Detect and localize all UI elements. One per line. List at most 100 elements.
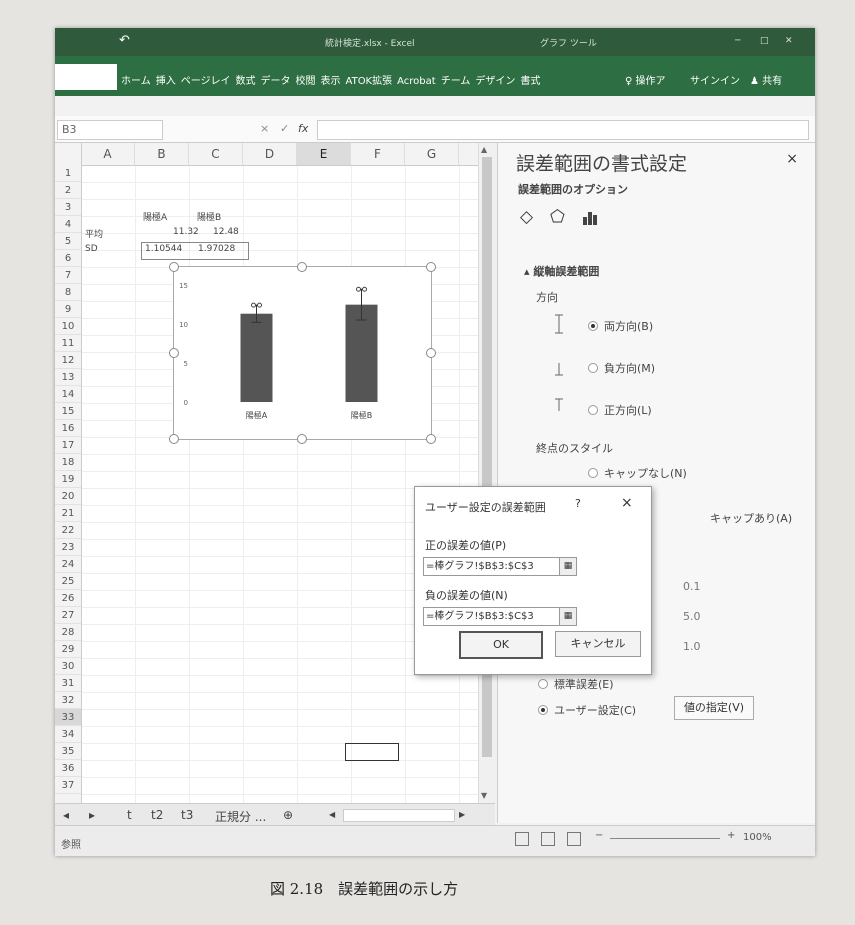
ribbon-tab-2[interactable]: ページレイ bbox=[181, 76, 231, 87]
share-button[interactable]: ♟ 共有 bbox=[750, 72, 782, 87]
fx-icon[interactable]: fx bbox=[298, 122, 308, 135]
radio-std-error[interactable] bbox=[538, 679, 548, 689]
cell-b3[interactable]: 1.10544 bbox=[145, 244, 182, 254]
add-sheet-icon[interactable]: ⊕ bbox=[283, 808, 293, 822]
vertical-scrollbar[interactable]: ▲ ▼ bbox=[478, 143, 496, 803]
row-header-27[interactable]: 27 bbox=[55, 607, 81, 624]
maximize-icon[interactable]: □ bbox=[760, 36, 769, 46]
negative-range-picker-icon[interactable]: ▦ bbox=[559, 607, 577, 626]
dialog-close-icon[interactable]: × bbox=[621, 495, 633, 511]
ribbon-tab-5[interactable]: 校閲 bbox=[296, 76, 316, 87]
row-header-34[interactable]: 34 bbox=[55, 726, 81, 743]
row-header-11[interactable]: 11 bbox=[55, 335, 81, 352]
row-header-33[interactable]: 33 bbox=[55, 709, 81, 726]
cell-a3[interactable]: SD bbox=[85, 244, 98, 254]
row-header-23[interactable]: 23 bbox=[55, 539, 81, 556]
sheet-tab-t2[interactable]: t2 bbox=[151, 808, 163, 822]
cell-c2[interactable]: 12.48 bbox=[213, 227, 239, 237]
row-header-5[interactable]: 5 bbox=[55, 233, 81, 250]
row-header-18[interactable]: 18 bbox=[55, 454, 81, 471]
undo-icon[interactable]: ↶ bbox=[119, 33, 130, 48]
select-all-corner[interactable] bbox=[55, 143, 82, 165]
pane-options-dropdown[interactable]: 誤差範囲のオプション bbox=[518, 181, 628, 197]
row-header-12[interactable]: 12 bbox=[55, 352, 81, 369]
minimize-icon[interactable]: ─ bbox=[735, 36, 740, 46]
ribbon-tab-8[interactable]: Acrobat bbox=[397, 76, 436, 87]
row-header-30[interactable]: 30 bbox=[55, 658, 81, 675]
pane-close-icon[interactable]: × bbox=[786, 151, 798, 167]
normal-view-icon[interactable] bbox=[515, 832, 529, 846]
row-header-21[interactable]: 21 bbox=[55, 505, 81, 522]
percentage-value[interactable]: 5.0 bbox=[683, 610, 701, 623]
chart-handle-bl[interactable] bbox=[169, 434, 179, 444]
row-header-36[interactable]: 36 bbox=[55, 760, 81, 777]
dialog-help-icon[interactable]: ? bbox=[575, 497, 581, 510]
row-header-1[interactable]: 1 bbox=[55, 165, 81, 182]
signin-link[interactable]: サインイン bbox=[690, 72, 740, 87]
cell-b1[interactable]: 陽極A bbox=[143, 210, 167, 223]
col-header-a[interactable]: A bbox=[81, 143, 135, 165]
ribbon-tab-9[interactable]: チーム bbox=[441, 76, 471, 87]
ok-button[interactable]: OK bbox=[459, 631, 543, 659]
zoom-in-icon[interactable]: + bbox=[727, 830, 735, 841]
chart-handle-tc[interactable] bbox=[297, 262, 307, 272]
ribbon-tab-6[interactable]: 表示 bbox=[321, 76, 341, 87]
col-header-b[interactable]: B bbox=[135, 143, 189, 165]
radio-minus[interactable] bbox=[588, 363, 598, 373]
row-header-22[interactable]: 22 bbox=[55, 522, 81, 539]
col-header-f[interactable]: F bbox=[351, 143, 405, 165]
row-header-37[interactable]: 37 bbox=[55, 777, 81, 794]
ribbon-tab-10[interactable]: デザイン bbox=[475, 76, 515, 87]
cancel-button[interactable]: キャンセル bbox=[555, 631, 641, 657]
row-header-14[interactable]: 14 bbox=[55, 386, 81, 403]
positive-error-input[interactable]: =棒グラフ!$B$3:$C$3 bbox=[423, 557, 562, 576]
fill-line-icon[interactable]: ◇ bbox=[520, 207, 533, 227]
chart-handle-tr[interactable] bbox=[426, 262, 436, 272]
chart-handle-tl[interactable] bbox=[169, 262, 179, 272]
effects-icon[interactable]: ⬠ bbox=[550, 207, 565, 227]
worksheet[interactable]: ABCDEFG 1 2 3 4 5 6 7 8 9 10 11 12 13 14 15 16 17 18 19 20 2… bbox=[55, 143, 480, 803]
radio-both[interactable] bbox=[588, 321, 598, 331]
positive-range-picker-icon[interactable]: ▦ bbox=[559, 557, 577, 576]
cell-c3[interactable]: 1.97028 bbox=[198, 244, 235, 254]
ribbon-tab-4[interactable]: データ bbox=[261, 76, 291, 87]
col-header-g[interactable]: G bbox=[405, 143, 459, 165]
row-header-17[interactable]: 17 bbox=[55, 437, 81, 454]
file-tab[interactable] bbox=[55, 64, 117, 90]
section-vertical-error[interactable]: ▴ 縦軸誤差範囲 bbox=[524, 263, 599, 279]
bar-chart[interactable]: 0 5 10 15 陽極A 陽極B bbox=[169, 262, 436, 444]
row-header-6[interactable]: 6 bbox=[55, 250, 81, 267]
row-header-25[interactable]: 25 bbox=[55, 573, 81, 590]
name-box[interactable]: B3 bbox=[57, 120, 163, 140]
col-header-e[interactable]: E bbox=[297, 143, 351, 165]
row-header-32[interactable]: 32 bbox=[55, 692, 81, 709]
row-header-29[interactable]: 29 bbox=[55, 641, 81, 658]
chart-handle-br[interactable] bbox=[426, 434, 436, 444]
row-header-8[interactable]: 8 bbox=[55, 284, 81, 301]
row-header-13[interactable]: 13 bbox=[55, 369, 81, 386]
row-header-31[interactable]: 31 bbox=[55, 675, 81, 692]
row-header-15[interactable]: 15 bbox=[55, 403, 81, 420]
row-header-10[interactable]: 10 bbox=[55, 318, 81, 335]
options-bar-icon[interactable] bbox=[582, 209, 598, 225]
close-icon[interactable]: ✕ bbox=[785, 36, 793, 46]
zoom-level[interactable]: 100% bbox=[743, 832, 772, 843]
fixed-value[interactable]: 0.1 bbox=[683, 580, 701, 593]
tab-scroll-left-icon[interactable]: ◂ bbox=[63, 808, 69, 822]
hscroll-left-icon[interactable]: ◀ bbox=[329, 810, 335, 819]
row-header-28[interactable]: 28 bbox=[55, 624, 81, 641]
page-layout-icon[interactable] bbox=[541, 832, 555, 846]
stddev-value[interactable]: 1.0 bbox=[683, 640, 701, 653]
ribbon-tab-7[interactable]: ATOK拡張 bbox=[346, 76, 393, 87]
radio-custom[interactable] bbox=[538, 705, 548, 715]
hscroll-right-icon[interactable]: ▶ bbox=[459, 810, 465, 819]
chart-handle-bc[interactable] bbox=[297, 434, 307, 444]
ribbon-tab-0[interactable]: ホーム bbox=[121, 76, 151, 87]
zoom-out-icon[interactable]: − bbox=[595, 830, 603, 841]
page-break-icon[interactable] bbox=[567, 832, 581, 846]
sheet-tab-normal[interactable]: 正規分 ... bbox=[215, 808, 266, 825]
row-header-20[interactable]: 20 bbox=[55, 488, 81, 505]
ribbon-tab-3[interactable]: 数式 bbox=[236, 76, 256, 87]
cell-a2[interactable]: 平均 bbox=[85, 227, 103, 240]
sheet-tab-t3[interactable]: t3 bbox=[181, 808, 193, 822]
